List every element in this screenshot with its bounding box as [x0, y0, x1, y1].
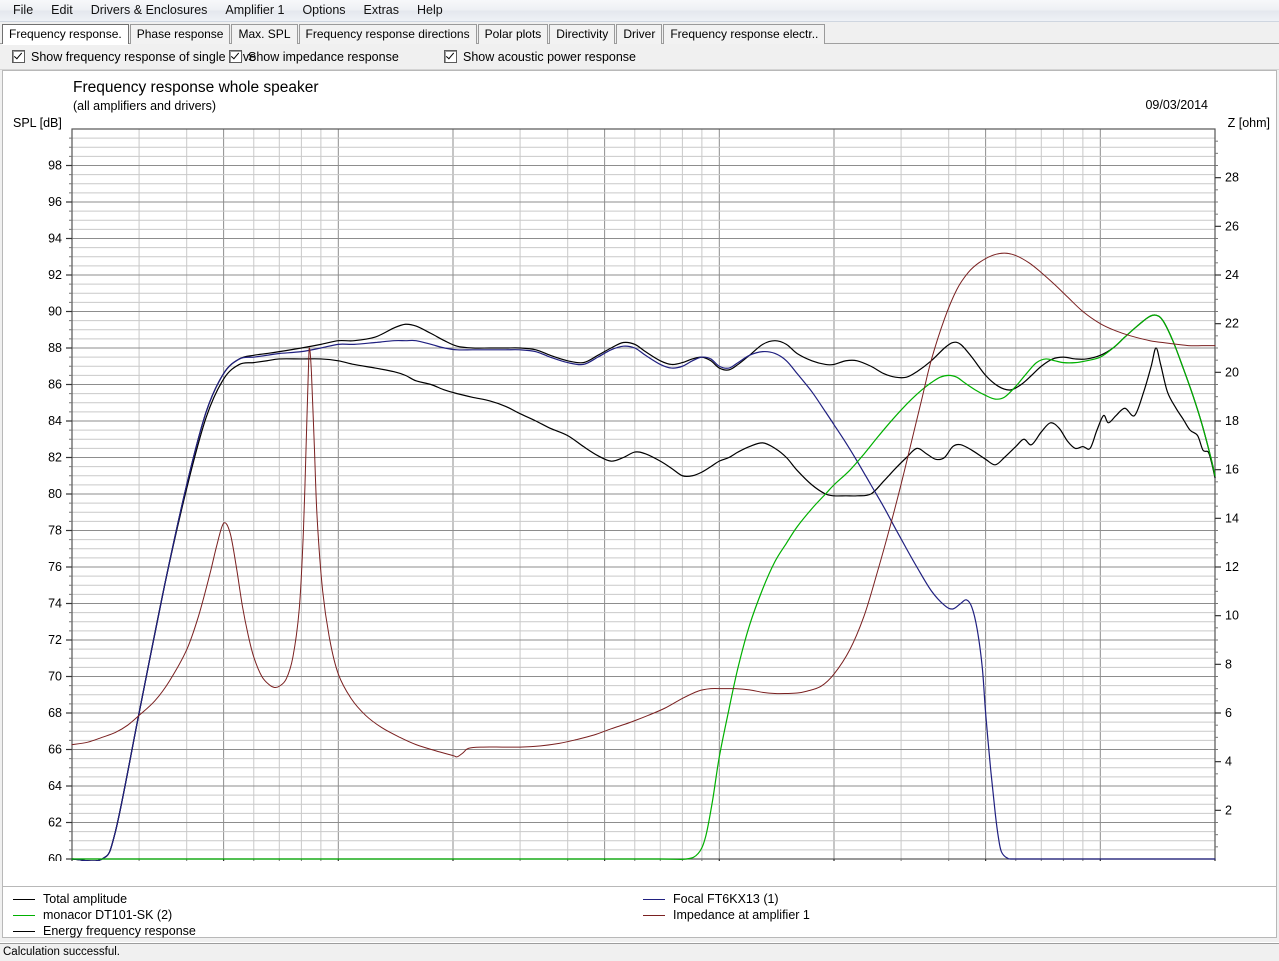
tab-max-spl[interactable]: Max. SPL: [231, 24, 298, 44]
svg-text:92: 92: [48, 268, 62, 282]
checkbox-show-impedance-response[interactable]: Show impedance response: [229, 50, 399, 64]
tab-frequency-response-electr[interactable]: Frequency response electr..: [663, 24, 826, 44]
application-window: File Edit Drivers & Enclosures Amplifier 1O…: [0, 0, 1279, 961]
tab-polar-plots[interactable]: Polar plots: [477, 24, 549, 44]
svg-text:4: 4: [1225, 755, 1232, 769]
legend-item: Energy frequency response: [13, 924, 196, 938]
tab-directivity[interactable]: Directivity: [549, 24, 616, 44]
menu-options[interactable]: Options: [293, 1, 354, 20]
menu-drivers-enclosures[interactable]: Drivers & Enclosures: [82, 1, 217, 20]
legend-item: Impedance at amplifier 1: [643, 908, 810, 922]
series-focal-ft6kx13-1: [71, 339, 1216, 861]
checkbox-label: Show acoustic power response: [463, 49, 637, 64]
frequency-response-plot: 6062646668707274767880828486889092949698…: [48, 128, 1239, 861]
svg-text:14: 14: [1225, 511, 1239, 525]
svg-text:96: 96: [48, 195, 62, 209]
chart-panel: Frequency response whole speaker (all am…: [2, 70, 1277, 887]
menu-edit[interactable]: Edit: [42, 1, 82, 20]
svg-text:66: 66: [48, 743, 62, 757]
legend-color-swatch: [643, 914, 665, 916]
legend-label: monacor DT101-SK (2): [43, 908, 173, 922]
display-options-row: Show frequency response of single drive S…: [0, 44, 1279, 70]
svg-text:88: 88: [48, 341, 62, 355]
svg-text:6: 6: [1225, 706, 1232, 720]
series-total-amplitude: [71, 314, 1216, 861]
legend-item: Focal FT6KX13 (1): [643, 892, 779, 906]
legend-label: Energy frequency response: [43, 924, 196, 938]
series-energy-frequency-response: [71, 347, 1216, 861]
svg-text:10: 10: [1225, 609, 1239, 623]
legend-color-swatch: [13, 930, 35, 932]
svg-text:86: 86: [48, 378, 62, 392]
svg-text:28: 28: [1225, 171, 1239, 185]
svg-text:62: 62: [48, 816, 62, 830]
svg-text:94: 94: [48, 232, 62, 246]
svg-text:90: 90: [48, 305, 62, 319]
svg-text:26: 26: [1225, 219, 1239, 233]
checkmark-icon: [229, 50, 242, 63]
checkbox-label: Show impedance response: [248, 49, 399, 64]
checkmark-icon: [444, 50, 457, 63]
svg-text:80: 80: [48, 487, 62, 501]
menu-bar: File Edit Drivers & Enclosures Amplifier 1O…: [0, 0, 1279, 22]
checkbox-show-acoustic-power-response[interactable]: Show acoustic power response: [444, 50, 636, 64]
legend-color-swatch: [13, 914, 35, 916]
chart-legend: Total amplitude monacor DT101-SK (2) Energ…: [2, 887, 1277, 938]
menu-amplifier-1[interactable]: Amplifier 1: [216, 1, 293, 20]
svg-text:74: 74: [48, 597, 62, 611]
tab-frequency-response[interactable]: Frequency response.: [2, 24, 129, 44]
legend-color-swatch: [13, 898, 35, 900]
tab-phase-response[interactable]: Phase response: [129, 24, 231, 44]
status-message: Calculation successful.: [3, 946, 120, 958]
svg-text:76: 76: [48, 560, 62, 574]
menu-extras[interactable]: Extras: [355, 1, 408, 20]
svg-text:24: 24: [1225, 268, 1239, 282]
legend-item: Total amplitude: [13, 892, 127, 906]
menu-help[interactable]: Help: [408, 1, 452, 20]
svg-text:22: 22: [1225, 317, 1239, 331]
svg-text:64: 64: [48, 779, 62, 793]
tab-frequency-response-directions[interactable]: Frequency response directions: [298, 24, 477, 44]
svg-text:98: 98: [48, 159, 62, 173]
legend-label: Impedance at amplifier 1: [673, 908, 810, 922]
legend-label: Focal FT6KX13 (1): [673, 892, 779, 906]
checkmark-icon: [12, 50, 25, 63]
legend-label: Total amplitude: [43, 892, 128, 906]
svg-text:12: 12: [1225, 560, 1239, 574]
checkbox-label: Show frequency response of single drive: [31, 49, 257, 64]
tab-driver[interactable]: Driver: [616, 24, 663, 44]
series-monacor-dt101-sk-2: [71, 314, 1216, 860]
series-impedance-at-amplifier-1: [71, 252, 1216, 758]
checkbox-show-frequency-response-of-single-drive[interactable]: Show frequency response of single drive: [12, 50, 256, 64]
svg-text:18: 18: [1225, 414, 1239, 428]
svg-text:68: 68: [48, 706, 62, 720]
svg-text:78: 78: [48, 524, 62, 538]
svg-text:72: 72: [48, 633, 62, 647]
svg-text:82: 82: [48, 451, 62, 465]
svg-text:70: 70: [48, 670, 62, 684]
svg-text:2: 2: [1225, 803, 1232, 817]
svg-text:8: 8: [1225, 657, 1232, 671]
legend-color-swatch: [643, 898, 665, 900]
svg-text:84: 84: [48, 414, 62, 428]
svg-text:16: 16: [1225, 463, 1239, 477]
svg-text:20: 20: [1225, 365, 1239, 379]
tab-strip: Frequency response. Phase response Max. SP…: [0, 22, 1279, 44]
status-bar: Calculation successful.: [0, 942, 1279, 961]
menu-file[interactable]: File: [4, 1, 42, 20]
legend-item: monacor DT101-SK (2): [13, 908, 172, 922]
svg-text:60: 60: [48, 852, 62, 861]
